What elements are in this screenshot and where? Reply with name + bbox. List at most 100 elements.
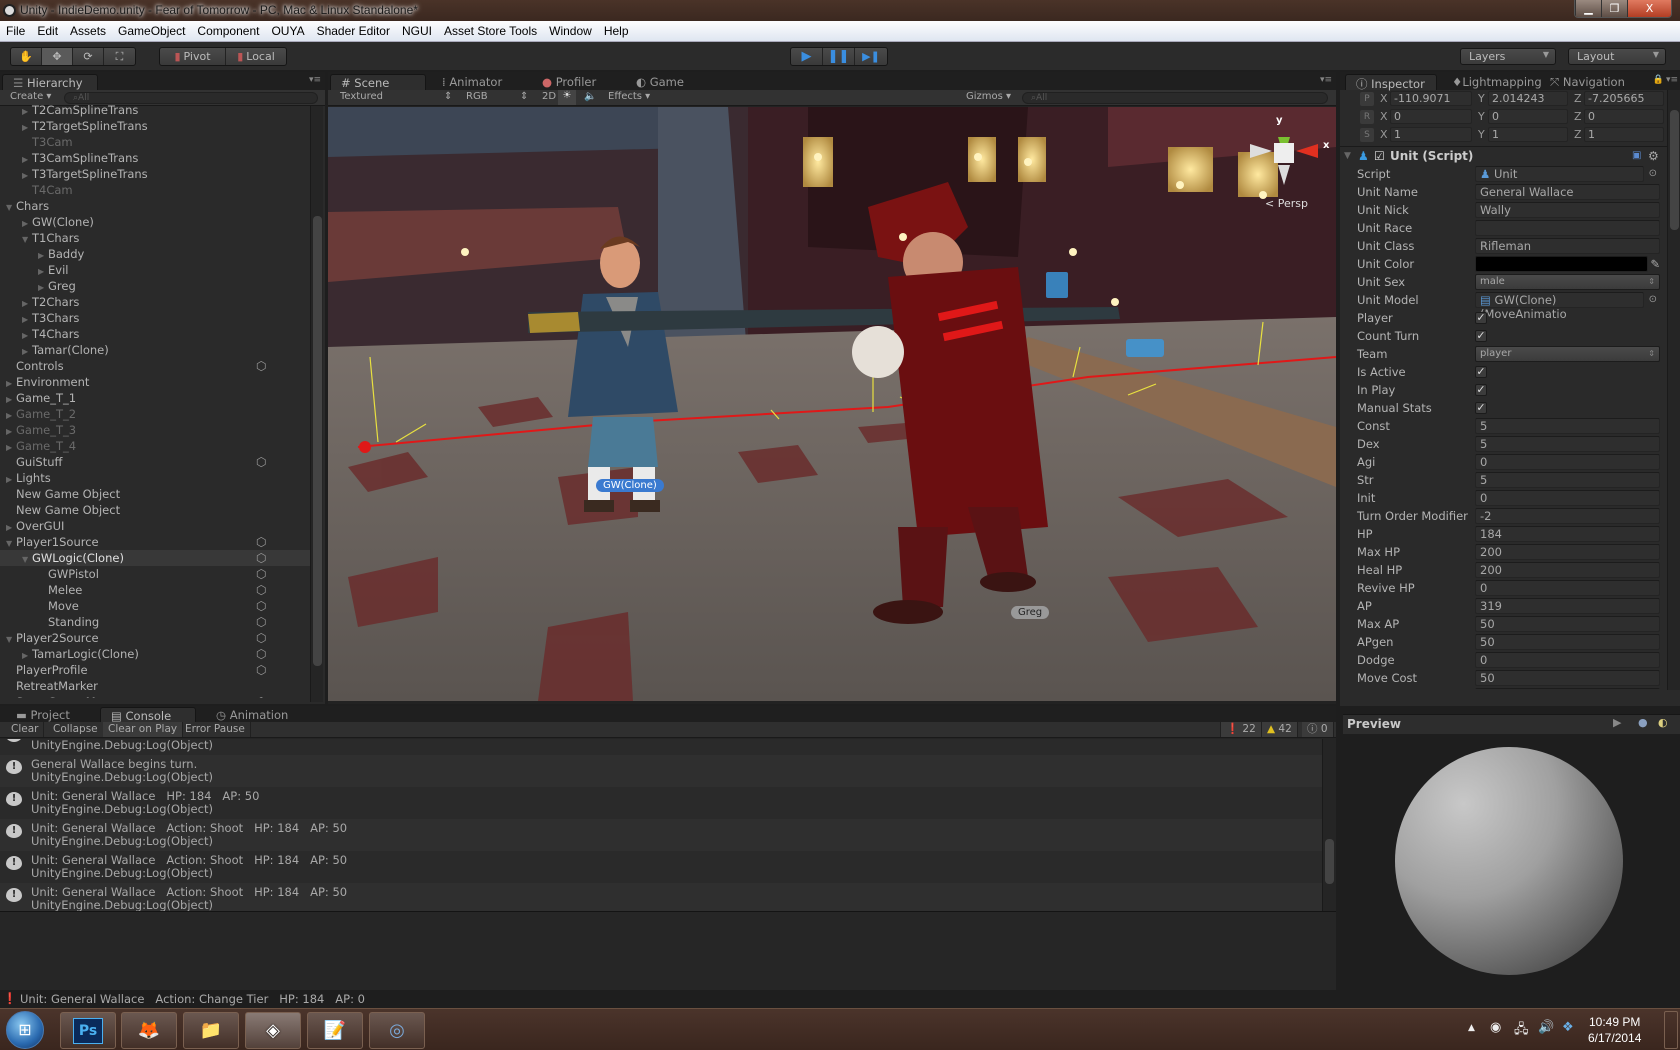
preview-sphere-icon[interactable]: ●: [1638, 716, 1648, 729]
revive-hp-input[interactable]: 0: [1475, 580, 1660, 596]
hierarchy-item[interactable]: ▶ T3TargetSplineTrans: [0, 166, 310, 182]
scene-lighting-toggle-icon[interactable]: ☀: [558, 90, 576, 105]
taskbar-unity-button[interactable]: ◈: [245, 1012, 301, 1049]
tab-animation[interactable]: ◷ Animation: [206, 707, 298, 723]
lock-icon[interactable]: 🔒: [1653, 75, 1664, 85]
hierarchy-item[interactable]: ▼ T1Chars: [0, 230, 310, 246]
menu-help[interactable]: Help: [598, 21, 635, 41]
z-value-field[interactable]: 0: [1584, 109, 1664, 124]
hierarchy-scrollbar[interactable]: [310, 106, 323, 702]
hierarchy-item[interactable]: T4Cam: [0, 182, 310, 198]
menu-window[interactable]: Window: [543, 21, 598, 41]
warning-filter-toggle[interactable]: ▲ 42: [1262, 722, 1298, 737]
clear-on-play-toggle[interactable]: Clear on Play: [103, 722, 184, 737]
console-entry[interactable]: ! Unit: General Wallace HP: 184 AP: 50 Uni…: [0, 787, 1322, 819]
z-value-field[interactable]: -7.205665: [1584, 91, 1664, 106]
unit-class-input[interactable]: Rifleman: [1475, 238, 1660, 254]
interact-cost-input[interactable]: 50: [1475, 688, 1660, 689]
unit-model-object-field[interactable]: ▤ GW(Clone) (MoveAnimatio: [1475, 292, 1657, 321]
transform-reset-button[interactable]: S: [1360, 128, 1374, 142]
hierarchy-item[interactable]: ▶ T2TargetSplineTrans: [0, 118, 310, 134]
pivot-button[interactable]: ▮ Pivot: [160, 48, 226, 65]
hierarchy-item[interactable]: ▶ OverGUI: [0, 518, 310, 534]
hierarchy-item[interactable]: ▼ Player2Source ⬡: [0, 630, 310, 646]
panel-menu-icon[interactable]: ▾≡: [1666, 75, 1678, 85]
preview-lights-icon[interactable]: ◐: [1658, 716, 1668, 729]
hierarchy-item[interactable]: ▶ T2CamSplineTrans: [0, 102, 310, 118]
menu-ngui[interactable]: NGUI: [396, 21, 438, 41]
count-turn-checkbox[interactable]: ✓: [1475, 330, 1487, 342]
component-enabled-checkbox[interactable]: ☑: [1374, 147, 1385, 165]
y-value-field[interactable]: 2.014243: [1488, 91, 1568, 106]
hierarchy-item[interactable]: ▶ Game_T_3: [0, 422, 310, 438]
dex-input[interactable]: 5: [1475, 436, 1660, 452]
panel-menu-icon[interactable]: ▾≡: [1320, 75, 1332, 85]
console-detail-area[interactable]: [0, 912, 1336, 990]
max-hp-input[interactable]: 200: [1475, 544, 1660, 560]
turn-order-modifier-input[interactable]: -2: [1475, 508, 1660, 524]
taskbar-explorer-button[interactable]: 📁: [183, 1012, 239, 1049]
gw-clone-label[interactable]: GW(Clone): [596, 479, 664, 492]
eyedropper-icon[interactable]: ✎: [1650, 255, 1660, 273]
hierarchy-item[interactable]: T3Cam: [0, 134, 310, 150]
tray-expand-icon[interactable]: ▲: [1468, 1023, 1475, 1033]
unit-sex-dropdown[interactable]: male: [1475, 274, 1660, 290]
hierarchy-item[interactable]: New Game Object: [0, 502, 310, 518]
hierarchy-item[interactable]: ▼ Player1Source ⬡: [0, 534, 310, 550]
x-value-field[interactable]: 1: [1390, 127, 1472, 142]
y-value-field[interactable]: 1: [1488, 127, 1568, 142]
menu-edit[interactable]: Edit: [31, 21, 64, 41]
unit-name-input[interactable]: General Wallace: [1475, 184, 1660, 200]
tab-scene[interactable]: # Scene: [330, 74, 426, 90]
minimize-button[interactable]: ▁: [1575, 0, 1601, 17]
x-value-field[interactable]: -110.9071: [1390, 91, 1472, 106]
log-filter-toggle[interactable]: ❗ 22: [1220, 722, 1262, 737]
max-ap-input[interactable]: 50: [1475, 616, 1660, 632]
shading-mode-dropdown[interactable]: Textured ⇕: [340, 91, 452, 102]
color-swatch[interactable]: [1475, 256, 1648, 272]
start-button[interactable]: ⊞: [6, 1011, 44, 1049]
script-object-field[interactable]: ♟ Unit: [1475, 166, 1657, 182]
rotate-tool-icon[interactable]: ⟳: [73, 48, 104, 65]
hierarchy-item[interactable]: Move ⬡: [0, 598, 310, 614]
scale-tool-icon[interactable]: ⛶: [104, 48, 135, 65]
init-input[interactable]: 0: [1475, 490, 1660, 506]
transform-reset-button[interactable]: P: [1360, 92, 1374, 106]
component-header[interactable]: ▼ ♟ ☑ Unit (Script) ▣ ⚙: [1340, 147, 1670, 165]
hp-input[interactable]: 184: [1475, 526, 1660, 542]
manual-stats-checkbox[interactable]: ✓: [1475, 402, 1487, 414]
hierarchy-item[interactable]: Standing ⬡: [0, 614, 310, 630]
collapse-button[interactable]: Collapse: [48, 722, 104, 737]
console-entry[interactable]: ! Unit: General Wallace Action: Shoot HP:…: [0, 819, 1322, 851]
hierarchy-item[interactable]: Controls ⬡: [0, 358, 310, 374]
dodge-input[interactable]: 0: [1475, 652, 1660, 668]
hierarchy-item[interactable]: ▶ GW(Clone): [0, 214, 310, 230]
menu-component[interactable]: Component: [191, 21, 265, 41]
taskbar-clock[interactable]: 10:49 PM 6/17/2014: [1588, 1014, 1641, 1046]
y-value-field[interactable]: 0: [1488, 109, 1568, 124]
hierarchy-item[interactable]: ▶ Lights: [0, 470, 310, 486]
tray-sync-icon[interactable]: ◉: [1490, 1020, 1501, 1035]
taskbar-notepad-button[interactable]: 📝: [307, 1012, 363, 1049]
tray-dropbox-icon[interactable]: ❖: [1562, 1020, 1574, 1035]
ap-input[interactable]: 319: [1475, 598, 1660, 614]
tab-console[interactable]: ▤ Console: [100, 707, 196, 723]
material-preview[interactable]: [1343, 735, 1680, 1008]
pause-button[interactable]: ❚❚: [823, 48, 855, 65]
error-pause-toggle[interactable]: Error Pause: [180, 722, 251, 737]
tab-project[interactable]: ▬ Project: [6, 707, 80, 723]
console-entry[interactable]: !Next TurnUnityEngine.Debug:Log(Object): [0, 739, 1322, 755]
console-entry[interactable]: ! Unit: General Wallace Action: Shoot HP:…: [0, 883, 1322, 911]
tab-profiler[interactable]: ● Profiler: [532, 74, 606, 90]
player-checkbox[interactable]: ✓: [1475, 312, 1487, 324]
preview-play-icon[interactable]: ▶: [1613, 716, 1621, 729]
help-icon[interactable]: ▣: [1632, 147, 1641, 165]
hierarchy-item[interactable]: ▶ Greg: [0, 278, 310, 294]
menu-ouya[interactable]: OUYA: [265, 21, 310, 41]
taskbar-firefox-button[interactable]: 🦊: [121, 1012, 177, 1049]
console-scrollbar[interactable]: [1322, 739, 1335, 911]
hierarchy-item[interactable]: ▶ Baddy: [0, 246, 310, 262]
const-input[interactable]: 5: [1475, 418, 1660, 434]
show-desktop-button[interactable]: [1664, 1011, 1678, 1049]
clear-button[interactable]: Clear: [6, 722, 45, 737]
